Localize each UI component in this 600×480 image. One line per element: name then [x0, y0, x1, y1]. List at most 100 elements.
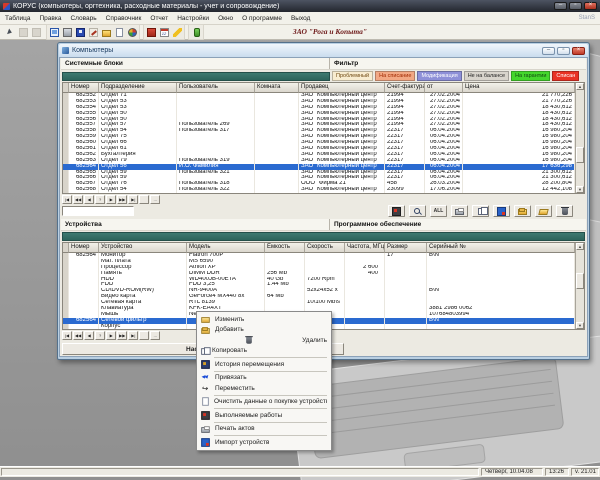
nav-button[interactable]: ▶: [106, 331, 117, 340]
nav-button[interactable]: [139, 331, 150, 340]
scroll-down-icon[interactable]: ▼: [576, 322, 584, 329]
column-header[interactable]: Пользователь: [177, 83, 255, 93]
app-minimize-button[interactable]: [554, 2, 567, 10]
app-close-button[interactable]: [584, 2, 597, 10]
calendar-icon[interactable]: [158, 26, 170, 38]
document-icon[interactable]: [113, 26, 125, 38]
column-header[interactable]: Серийный №: [427, 243, 575, 253]
column-header[interactable]: Модель: [187, 243, 265, 253]
context-menu-item[interactable]: Добавить: [198, 325, 330, 336]
all-button[interactable]: ALL: [430, 205, 447, 217]
nav-button[interactable]: ◀◀: [73, 195, 84, 204]
menu-item[interactable]: Отчет: [150, 15, 168, 22]
search-button[interactable]: [409, 205, 426, 217]
column-header[interactable]: Размер: [385, 243, 427, 253]
scroll-thumb[interactable]: [576, 147, 584, 163]
context-menu-item[interactable]: Удалить: [198, 335, 330, 346]
nav-button[interactable]: ▶|: [128, 195, 139, 204]
menu-item[interactable]: Словарь: [70, 15, 96, 22]
column-header[interactable]: Частота, МГц: [345, 243, 385, 253]
window-maximize-button[interactable]: [557, 46, 570, 55]
context-menu-item[interactable]: Импорт устройств: [198, 437, 330, 448]
book-icon[interactable]: [145, 26, 157, 38]
filter-chip[interactable]: Не на балансе: [463, 71, 510, 81]
context-menu-item[interactable]: Выполняемые работы: [198, 410, 330, 421]
nav-button[interactable]: |◀: [62, 195, 72, 204]
nav-button[interactable]: [139, 195, 150, 204]
menu-item[interactable]: Настройки: [177, 15, 209, 22]
nav-button[interactable]: ▶: [106, 195, 117, 204]
column-header[interactable]: Скорость: [305, 243, 345, 253]
lightning-icon[interactable]: [171, 26, 183, 38]
filter-chip[interactable]: На списание: [375, 71, 416, 81]
filter-chip[interactable]: Списан: [552, 71, 580, 81]
print-button[interactable]: [451, 205, 468, 217]
nav-button[interactable]: ▶|: [128, 331, 139, 340]
column-header[interactable]: от: [425, 83, 463, 93]
computer-icon[interactable]: [48, 26, 60, 38]
vertical-scrollbar[interactable]: ▲ ▼: [575, 83, 584, 193]
column-header[interactable]: Цена: [463, 83, 575, 93]
paste-icon[interactable]: [30, 26, 42, 38]
menu-item[interactable]: О программе: [242, 15, 282, 22]
context-menu-item[interactable]: Очистить данные о покупке устройств: [198, 397, 330, 408]
column-header[interactable]: Номер: [69, 243, 99, 253]
nav-button[interactable]: ◀: [84, 331, 95, 340]
menu-item[interactable]: Таблица: [5, 15, 31, 22]
folder-open-button[interactable]: [535, 205, 552, 217]
scroll-up-icon[interactable]: ▲: [576, 83, 584, 90]
context-menu-item[interactable]: Изменить: [198, 314, 330, 325]
nav-button[interactable]: ▶▶: [117, 195, 128, 204]
column-header[interactable]: Продавец: [299, 83, 385, 93]
context-menu-item[interactable]: Копировать: [198, 346, 330, 357]
software-tab[interactable]: Программное обеспечение: [330, 221, 421, 228]
column-header[interactable]: Устройство: [99, 243, 187, 253]
printer-icon[interactable]: [61, 26, 73, 38]
menu-item[interactable]: Правка: [40, 15, 62, 22]
folder-icon[interactable]: [100, 26, 112, 38]
column-header[interactable]: Емкость: [265, 243, 305, 253]
tools-icon[interactable]: [87, 26, 99, 38]
app-maximize-button[interactable]: [569, 2, 582, 10]
pointer-icon[interactable]: [4, 26, 16, 38]
devices-tab[interactable]: Устройства: [61, 221, 329, 228]
nav-button[interactable]: ?: [95, 331, 106, 340]
vertical-scrollbar[interactable]: ▲ ▼: [575, 243, 584, 329]
column-header[interactable]: Подразделение: [99, 83, 177, 93]
nav-button[interactable]: |◀: [62, 331, 72, 340]
trash-button[interactable]: [556, 205, 573, 217]
battery-icon[interactable]: [190, 26, 202, 38]
filter-chip[interactable]: Проблемный: [332, 71, 374, 81]
paint-icon[interactable]: [126, 26, 138, 38]
context-menu-item[interactable]: Печать актов: [198, 424, 330, 435]
window-minimize-button[interactable]: [542, 46, 555, 55]
nav-button[interactable]: ?: [95, 195, 106, 204]
menu-item[interactable]: Справочник: [106, 15, 142, 22]
scroll-down-icon[interactable]: ▼: [576, 186, 584, 193]
menu-item[interactable]: Выход: [291, 15, 310, 22]
context-menu-item[interactable]: История перемещения: [198, 359, 330, 370]
filter-chip[interactable]: Модификация: [417, 71, 462, 81]
window-close-button[interactable]: [572, 46, 585, 55]
window-titlebar[interactable]: Компьютеры: [59, 44, 588, 57]
nav-button[interactable]: …: [150, 331, 161, 340]
import-button[interactable]: [493, 205, 510, 217]
nav-button[interactable]: …: [150, 195, 161, 204]
nav-button[interactable]: ◀◀: [73, 331, 84, 340]
folder-add-button[interactable]: [514, 205, 531, 217]
column-header[interactable]: Комната: [255, 83, 299, 93]
context-menu-item[interactable]: Переместить: [198, 383, 330, 394]
menu-item[interactable]: Окно: [218, 15, 233, 22]
scroll-thumb[interactable]: [576, 273, 584, 289]
copy-button[interactable]: [472, 205, 489, 217]
nav-button[interactable]: ◀: [84, 195, 95, 204]
table-row[interactable]: 682568 Отдел 54 Пользователь 322 ЗАО "Компь…: [63, 187, 575, 193]
column-header[interactable]: Номер: [69, 83, 99, 93]
nav-button[interactable]: ▶▶: [117, 331, 128, 340]
context-menu-item[interactable]: Привязать: [198, 373, 330, 384]
save-icon[interactable]: [74, 26, 86, 38]
cut-icon[interactable]: [17, 26, 29, 38]
quick-search-input[interactable]: [62, 206, 134, 216]
column-header[interactable]: Счет-фактура №: [385, 83, 425, 93]
works-button[interactable]: [388, 205, 405, 217]
